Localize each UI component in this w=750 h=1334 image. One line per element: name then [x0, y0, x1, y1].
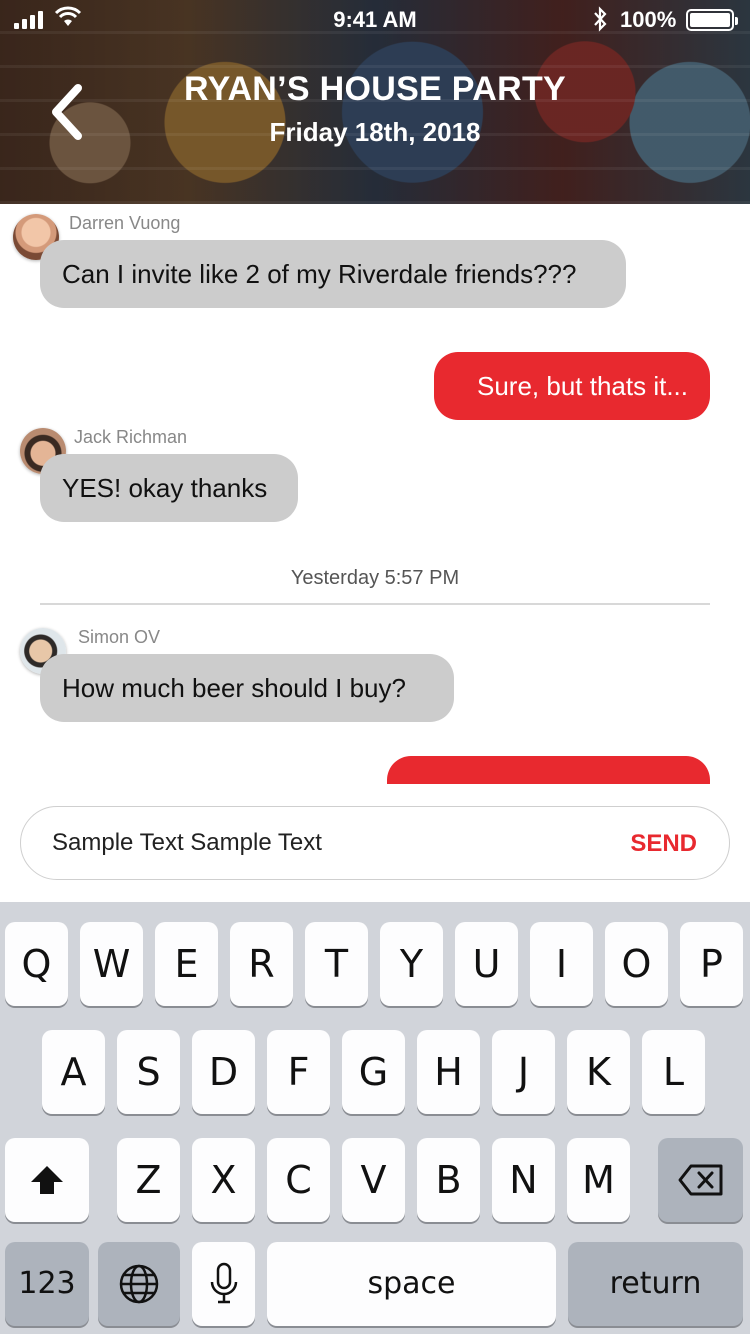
key-m[interactable]: M	[567, 1138, 630, 1222]
key-t[interactable]: T	[305, 922, 368, 1006]
dictation-key[interactable]	[192, 1242, 255, 1326]
backspace-icon	[678, 1164, 722, 1196]
key-g[interactable]: G	[342, 1030, 405, 1114]
globe-icon	[119, 1264, 159, 1304]
battery-icon	[686, 9, 738, 31]
key-b[interactable]: B	[417, 1138, 480, 1222]
key-c[interactable]: C	[267, 1138, 330, 1222]
key-e[interactable]: E	[155, 922, 218, 1006]
key-z[interactable]: Z	[117, 1138, 180, 1222]
message-bubble[interactable]: How much beer should I buy?	[40, 654, 454, 722]
key-j[interactable]: J	[492, 1030, 555, 1114]
key-v[interactable]: V	[342, 1138, 405, 1222]
key-f[interactable]: F	[267, 1030, 330, 1114]
message-input[interactable]: Sample Text Sample Text	[52, 807, 322, 879]
page-title: RYAN’S HOUSE PARTY	[184, 70, 566, 108]
send-button[interactable]: SEND	[630, 807, 697, 881]
key-q[interactable]: Q	[5, 922, 68, 1006]
key-x[interactable]: X	[192, 1138, 255, 1222]
message-bubble[interactable]: Sure, but thats it...	[434, 352, 710, 420]
keyboard: Q W E R T Y U I O P A S D F G H J K L Z …	[0, 902, 750, 1334]
header: 9:41 AM 100% RYAN’S HOUSE PARTY Friday 1…	[0, 0, 750, 204]
numbers-key[interactable]: 123	[5, 1242, 89, 1326]
message-list[interactable]: Darren Vuong Can I invite like 2 of my R…	[0, 204, 750, 784]
key-u[interactable]: U	[455, 922, 518, 1006]
message-bubble[interactable]	[387, 756, 710, 784]
key-l[interactable]: L	[642, 1030, 705, 1114]
key-k[interactable]: K	[567, 1030, 630, 1114]
sender-name: Simon OV	[78, 627, 161, 647]
battery-percentage: 100%	[620, 7, 677, 32]
key-p[interactable]: P	[680, 922, 743, 1006]
key-h[interactable]: H	[417, 1030, 480, 1114]
key-s[interactable]: S	[117, 1030, 180, 1114]
message-bubble[interactable]: YES! okay thanks	[40, 454, 298, 522]
shift-key[interactable]	[5, 1138, 89, 1222]
sender-name: Jack Richman	[74, 427, 188, 447]
key-r[interactable]: R	[230, 922, 293, 1006]
key-o[interactable]: O	[605, 922, 668, 1006]
space-key[interactable]: space	[267, 1242, 556, 1326]
status-bar: 9:41 AM 100%	[0, 0, 750, 40]
sender-name: Darren Vuong	[69, 213, 181, 233]
key-w[interactable]: W	[80, 922, 143, 1006]
key-i[interactable]: I	[530, 922, 593, 1006]
key-d[interactable]: D	[192, 1030, 255, 1114]
bluetooth-icon	[594, 6, 607, 32]
page-subtitle: Friday 18th, 2018	[269, 117, 481, 147]
key-y[interactable]: Y	[380, 922, 443, 1006]
globe-key[interactable]	[98, 1242, 180, 1326]
divider	[40, 603, 710, 605]
shift-icon	[31, 1166, 63, 1194]
microphone-icon	[210, 1262, 237, 1304]
key-a[interactable]: A	[42, 1030, 105, 1114]
message-bubble[interactable]: Can I invite like 2 of my Riverdale frie…	[40, 240, 626, 308]
key-n[interactable]: N	[492, 1138, 555, 1222]
return-key[interactable]: return	[568, 1242, 743, 1326]
backspace-key[interactable]	[658, 1138, 743, 1222]
message-composer: Sample Text Sample Text SEND	[20, 806, 730, 880]
timestamp: Yesterday 5:57 PM	[290, 567, 460, 589]
